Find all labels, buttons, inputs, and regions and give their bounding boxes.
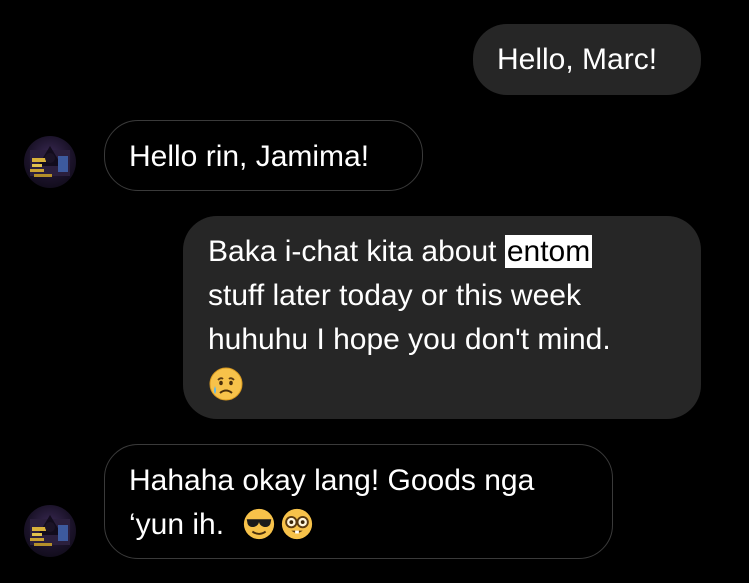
- message-text: Hello, Marc!: [497, 43, 658, 76]
- message-bubble-received[interactable]: Hello rin, Jamima!: [104, 120, 423, 191]
- message-text: huhuhu I hope you don't mind.: [208, 323, 611, 356]
- message-text: ‘yun ih.: [129, 508, 233, 541]
- selected-word-highlight[interactable]: entom: [504, 235, 593, 268]
- message-text: stuff later today or this week: [208, 279, 581, 312]
- contact-avatar[interactable]: [24, 136, 76, 188]
- nerd-face-emoji: [282, 508, 313, 540]
- message-text-line: ‘yun ih.: [129, 503, 612, 547]
- sad-relieved-face-emoji: [209, 367, 243, 401]
- message-bubble-sent[interactable]: Baka i-chat kita about entom stuff later…: [183, 216, 701, 419]
- message-bubble-received[interactable]: Hahaha okay lang! Goods nga ‘yun ih.: [104, 444, 613, 559]
- emoji-line: [208, 362, 701, 406]
- message-text-line: Baka i-chat kita about entom: [208, 230, 701, 274]
- contact-avatar[interactable]: [24, 505, 76, 557]
- message-text: Baka i-chat kita about: [208, 235, 505, 268]
- message-text: Hahaha okay lang! Goods nga: [129, 464, 535, 497]
- message-bubble-sent[interactable]: Hello, Marc!: [473, 24, 701, 95]
- message-text: Hello rin, Jamima!: [129, 140, 370, 173]
- sunglasses-face-emoji: [244, 508, 275, 540]
